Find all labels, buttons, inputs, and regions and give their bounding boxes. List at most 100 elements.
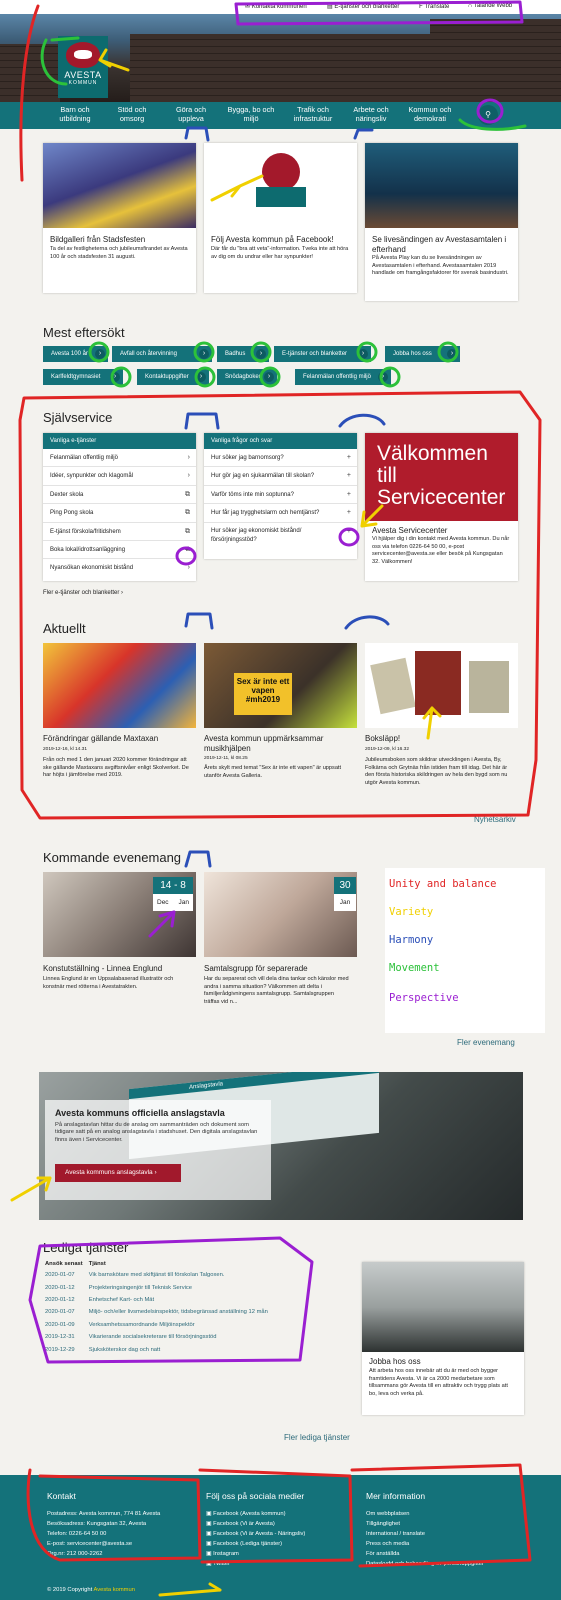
facebook-link[interactable]: ▣ Facebook (Vi är Avesta) bbox=[206, 1519, 305, 1529]
featured-card[interactable]: Bildgalleri från Stadsfesten Ta del av f… bbox=[43, 143, 196, 293]
facebook-icon: ▣ bbox=[206, 1521, 212, 1527]
chevron-right-icon: › bbox=[187, 472, 190, 480]
section-heading: Självservice bbox=[43, 410, 113, 425]
copyright: © 2019 Copyright Avesta kommun bbox=[47, 1587, 135, 1593]
talande-webb-link[interactable]: ∩ Talande Webb bbox=[468, 3, 512, 9]
facebook-link[interactable]: ▣ Facebook (Avesta kommun) bbox=[206, 1509, 305, 1519]
concert-photo bbox=[43, 143, 196, 228]
event-item[interactable]: 30 Jan Samtalsgrupp för separerade Har d… bbox=[204, 872, 357, 1012]
translate-link[interactable]: Ͱ Translate bbox=[419, 3, 449, 10]
anslag-button[interactable]: Avesta kommuns anslagstavla › bbox=[55, 1164, 181, 1182]
chevron-right-icon: › bbox=[447, 349, 457, 359]
faq-item[interactable]: Hur söker jag ekonomiskt bistånd/ försör… bbox=[204, 523, 357, 549]
table-row[interactable]: 2020-01-12 Projekteringsingenjör till Tek… bbox=[43, 1281, 272, 1293]
eservices-link[interactable]: ▤ E-tjänster och blanketter bbox=[327, 3, 399, 10]
instagram-link[interactable]: ▣ Instagram bbox=[206, 1549, 305, 1559]
nav-trafik-och-infrastruktur[interactable]: Trafik och infrastruktur bbox=[284, 105, 342, 123]
legend-movement: Movement bbox=[389, 962, 440, 974]
jobs-table: Ansök senast Tjänst 2020-01-07 Vik barnskö… bbox=[43, 1259, 272, 1356]
annotation-legend: Unity and balance Variety Harmony Moveme… bbox=[385, 868, 545, 1033]
list-item[interactable]: Nyansökan ekonomiskt bistånd › bbox=[43, 559, 196, 577]
list-item[interactable]: Felanmälan offentlig miljö › bbox=[43, 449, 196, 468]
etjanster-panel: Vanliga e-tjänster Felanmälan offentlig … bbox=[43, 433, 196, 581]
table-row[interactable]: 2019-12-29 Sjuksköterskor dag och natt bbox=[43, 1343, 272, 1355]
facebook-icon: ▣ bbox=[206, 1511, 212, 1517]
table-row[interactable]: 2019-12-31 Vikarierande socialsekreterare… bbox=[43, 1331, 272, 1343]
staff-photo bbox=[362, 1262, 524, 1352]
more-jobs-link[interactable]: Fler lediga tjänster bbox=[284, 1433, 350, 1442]
chevron-right-icon: › bbox=[199, 349, 209, 359]
news-archive-link[interactable]: Nyhetsarkiv bbox=[474, 815, 516, 824]
chip-etjanster[interactable]: E-tjänster och blanketter › bbox=[274, 346, 371, 362]
footer-more-info: Om webbplatsen Tillgänglighet Internatio… bbox=[366, 1511, 484, 1567]
kids-photo bbox=[43, 643, 196, 728]
legend-perspective: Perspective bbox=[389, 992, 459, 1004]
table-row[interactable]: 2020-01-12 Enhetschef Kart- och Mät bbox=[43, 1294, 272, 1306]
faq-item[interactable]: Hur gör jag en sjukanmälan till skolan? + bbox=[204, 467, 357, 486]
chip-karlfeldt[interactable]: Karlfeldtgymnasiet › bbox=[43, 369, 123, 385]
chip-kontakt[interactable]: Kontaktuppgifter › bbox=[137, 369, 209, 385]
headphones-icon: ∩ bbox=[468, 3, 473, 9]
contact-link[interactable]: ✉ Kontakta kommunen bbox=[245, 3, 307, 10]
facebook-link[interactable]: ▣ Facebook (Vi är Avesta - Näringsliv) bbox=[206, 1529, 305, 1539]
chevron-right-icon: › bbox=[95, 349, 105, 359]
external-link-icon: ⧉ bbox=[185, 490, 190, 498]
event-item[interactable]: 14 - 8 Dec Jan Konstutställning - Linnea … bbox=[43, 872, 196, 1012]
book-photo bbox=[365, 643, 518, 728]
date-badge: 30 Jan bbox=[334, 877, 356, 911]
featured-card[interactable]: Följ Avesta kommun på Facebook! Där får … bbox=[204, 143, 357, 293]
list-item[interactable]: Dexter skola ⧉ bbox=[43, 486, 196, 505]
section-heading: Aktuellt bbox=[43, 621, 86, 636]
servicecenter-card[interactable]: Välkommen till Servicecenter Avesta Serv… bbox=[365, 433, 518, 581]
list-item[interactable]: Boka lokal/idrottsanläggning ⧉ bbox=[43, 541, 196, 560]
list-item[interactable]: Idéer, synpunkter och klagomål › bbox=[43, 467, 196, 486]
faq-item[interactable]: Hur söker jag barnomsorg? + bbox=[204, 449, 357, 468]
list-item[interactable]: Ping Pong skola ⧉ bbox=[43, 504, 196, 523]
chevron-right-icon: › bbox=[110, 372, 120, 382]
jobba-card[interactable]: Jobba hos oss Att arbeta hos oss innebär… bbox=[362, 1262, 524, 1415]
table-header: Ansök senast Tjänst bbox=[45, 1261, 106, 1267]
facebook-logo-image bbox=[204, 143, 357, 228]
nav-gora-och-uppleva[interactable]: Göra och uppleva bbox=[166, 105, 216, 123]
search-icon[interactable]: ⚲ bbox=[478, 105, 498, 125]
more-events-link[interactable]: Fler evenemang bbox=[457, 1038, 515, 1047]
nav-arbete-och-naringsliv[interactable]: Arbete och näringsliv bbox=[346, 105, 396, 123]
external-link-icon: ⧉ bbox=[185, 509, 190, 517]
chevron-right-icon: › bbox=[264, 372, 274, 382]
chip-snodagboken[interactable]: Snödagboken › bbox=[217, 369, 277, 385]
list-item[interactable]: E-tjänst förskola/fritidshem ⧉ bbox=[43, 523, 196, 541]
avesta-logo[interactable]: AVESTA KOMMUN bbox=[58, 36, 108, 98]
featured-card[interactable]: Se livesändingen av Avestasamtalen i eft… bbox=[365, 143, 518, 301]
twitter-icon: ▣ bbox=[206, 1561, 212, 1567]
twitter-link[interactable]: ▣ Twitter bbox=[206, 1559, 305, 1569]
news-item[interactable]: Boksläpp! 2019-12-09, kl 16.32 Jubileums… bbox=[365, 643, 518, 797]
news-item[interactable]: Sex är inte ett vapen #mh2019 Avesta kom… bbox=[204, 643, 357, 797]
facebook-icon: ▣ bbox=[206, 1531, 212, 1537]
table-row[interactable]: 2020-01-07 Miljö- och/eller livsmedelsins… bbox=[43, 1306, 272, 1318]
copyright-link[interactable]: Avesta kommun bbox=[94, 1587, 135, 1593]
table-row[interactable]: 2020-01-07 Vik barnskötare med skiftjänst… bbox=[43, 1269, 272, 1281]
hero-banner: AVESTA KOMMUN bbox=[0, 14, 561, 102]
section-heading: Kommande evenemang bbox=[43, 850, 182, 865]
chevron-right-icon: › bbox=[187, 564, 190, 572]
chip-jobba[interactable]: Jobba hos oss › bbox=[385, 346, 460, 362]
more-etjanster-link[interactable]: Fler e-tjänster och blanketter › bbox=[43, 590, 123, 596]
main-nav: Barn och utbildning Stöd och omsorg Göra… bbox=[0, 102, 561, 129]
table-row[interactable]: 2020-01-09 Verksamhetssamordnande Miljöin… bbox=[43, 1319, 272, 1331]
chip-badhus[interactable]: Badhus › bbox=[217, 346, 269, 362]
faq-item[interactable]: Varför töms inte min soptunna? + bbox=[204, 486, 357, 505]
nav-barn-och-utbildning[interactable]: Barn och utbildning bbox=[52, 105, 98, 123]
news-item[interactable]: Förändringar gällande Maxtaxan 2019-12-1… bbox=[43, 643, 196, 797]
chip-avesta-100[interactable]: Avesta 100 år › bbox=[43, 346, 108, 362]
section-heading: Lediga tjänster bbox=[43, 1240, 129, 1255]
legend-harmony: Harmony bbox=[389, 934, 434, 946]
footer-contact: Postadress: Avesta kommun, 774 81 Avesta… bbox=[47, 1511, 161, 1557]
plus-icon: + bbox=[346, 472, 351, 480]
nav-kommun-och-demokrati[interactable]: Kommun och demokrati bbox=[402, 105, 458, 123]
chip-felanmalan[interactable]: Felanmälan offentlig miljö › bbox=[295, 369, 391, 385]
facebook-link[interactable]: ▣ Facebook (Lediga tjänster) bbox=[206, 1539, 305, 1549]
nav-stod-och-omsorg[interactable]: Stöd och omsorg bbox=[108, 105, 156, 123]
chip-avfall[interactable]: Avfall och återvinning › bbox=[112, 346, 212, 362]
faq-item[interactable]: Hur får jag trygghetslarm och hemtjänst?… bbox=[204, 504, 357, 523]
nav-bygga-bo-och-miljo[interactable]: Bygga, bo och miljö bbox=[222, 105, 280, 123]
